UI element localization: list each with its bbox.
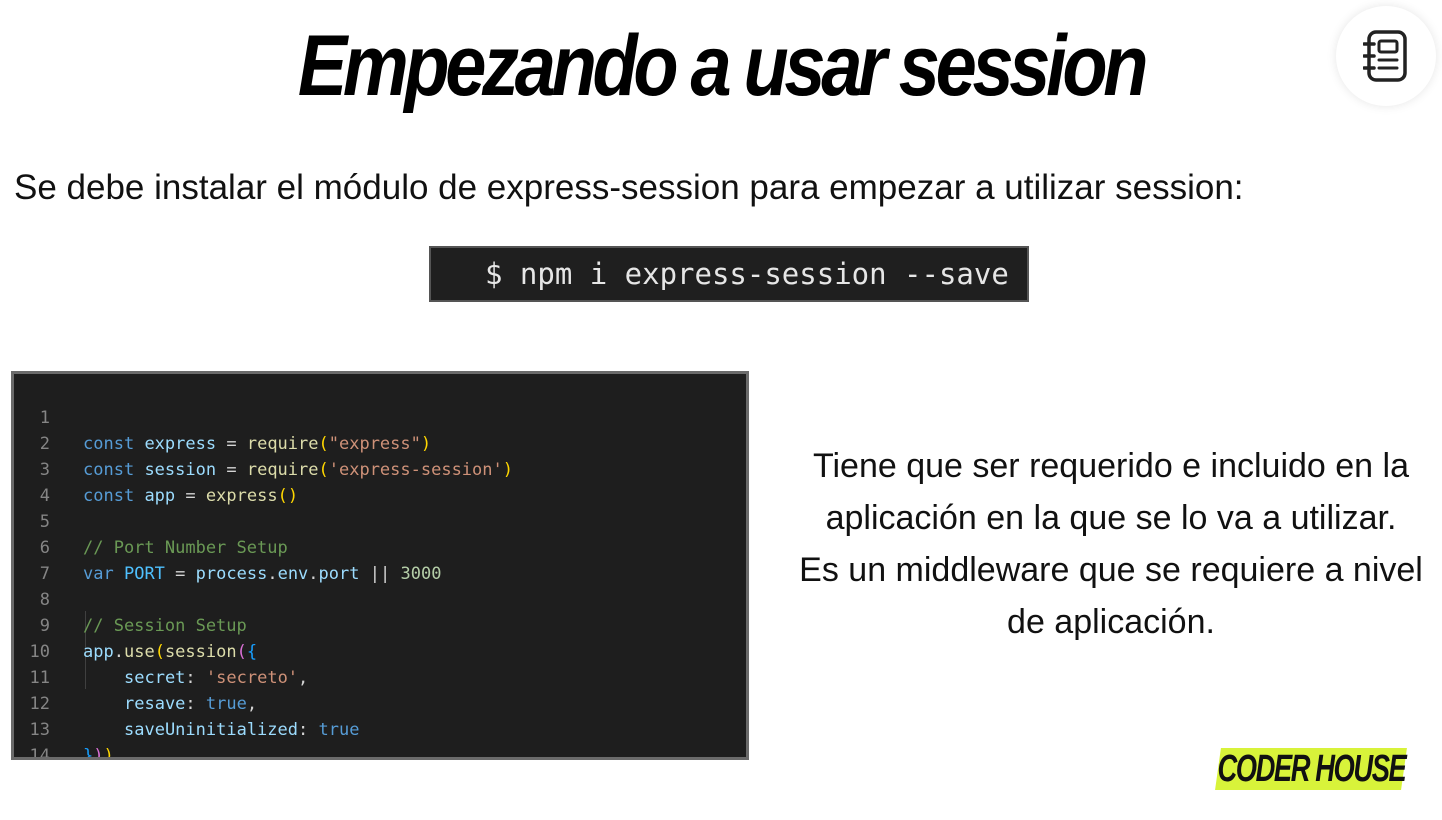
explanation-line: de aplicación. (1007, 603, 1215, 641)
code-line: 15 (14, 743, 746, 757)
code-editor: 1 const express = require("express") 2 c… (11, 371, 749, 760)
notebook-button[interactable] (1336, 6, 1436, 106)
explanation-line: Tiene que ser requerido e incluido en la (812, 447, 1409, 485)
code-line: 3 const app = express() (14, 431, 746, 506)
install-command: $ npm i express-session --save (429, 246, 1029, 302)
code-line: 1 const express = require("express") (14, 379, 746, 454)
explanation-line: aplicación en la que se lo va a utilizar… (825, 499, 1397, 537)
code-line: 8 // Session Setup (14, 561, 746, 636)
logo-text: CODER HOUSE (1217, 747, 1405, 790)
code-line: 9 app.use(session({ (14, 587, 746, 662)
code-line: 7 (14, 535, 746, 584)
code-line: 4 (14, 457, 746, 506)
notebook-icon (1363, 30, 1407, 82)
code-line: 11 resave: true, (14, 639, 746, 714)
install-command-text: $ npm i express-session --save (485, 257, 1009, 291)
code-line: 13 })) (14, 691, 746, 757)
intro-text: Se debe instalar el módulo de express-se… (14, 168, 1244, 207)
code-line: 6 var PORT = process.env.port || 3000 (14, 509, 746, 584)
code-line: 10 secret: 'secreto', (14, 613, 746, 688)
explanation-line: Es un middleware que se requiere a nivel (799, 551, 1423, 589)
coderhouse-logo: CODER HOUSE (1215, 748, 1407, 790)
code-line: 2 const session = require('express-sessi… (14, 405, 746, 480)
explanation-text: Tiene que ser requerido e incluido en la… (780, 440, 1442, 648)
code-line: 14 (14, 717, 746, 757)
code-line: 12 saveUninitialized: true (14, 665, 746, 740)
code-line: 5 // Port Number Setup (14, 483, 746, 558)
slide-title: Empezando a usar session (297, 18, 1149, 114)
